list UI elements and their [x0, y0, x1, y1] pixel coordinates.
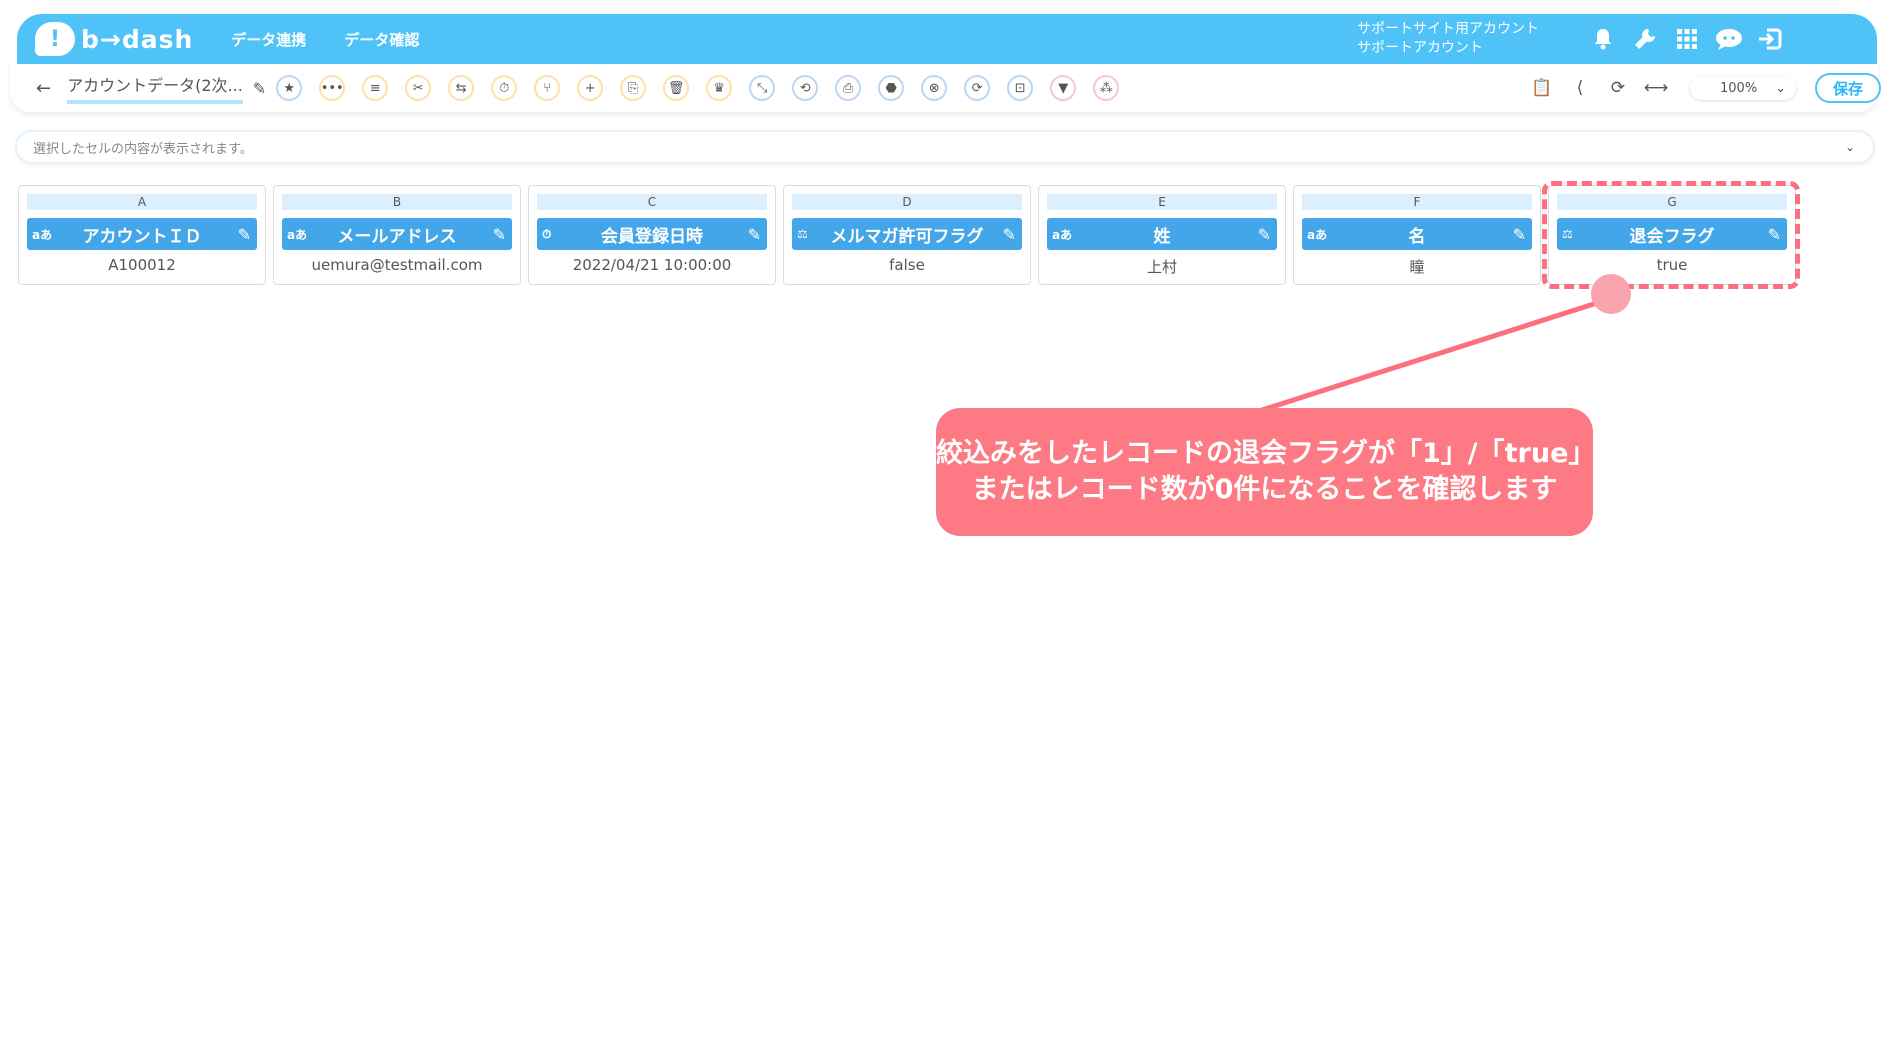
callout-line: [1261, 299, 1601, 413]
callout-line2: またはレコード数が0件になることを確認します: [971, 474, 1558, 505]
callout-line1: 絞込みをしたレコードの退会フラグが「1」/「true」: [936, 438, 1596, 469]
callout-bubble: 絞込みをしたレコードの退会フラグが「1」/「true」 またはレコード数が0件に…: [936, 408, 1596, 536]
callout-dot: [1591, 274, 1631, 314]
